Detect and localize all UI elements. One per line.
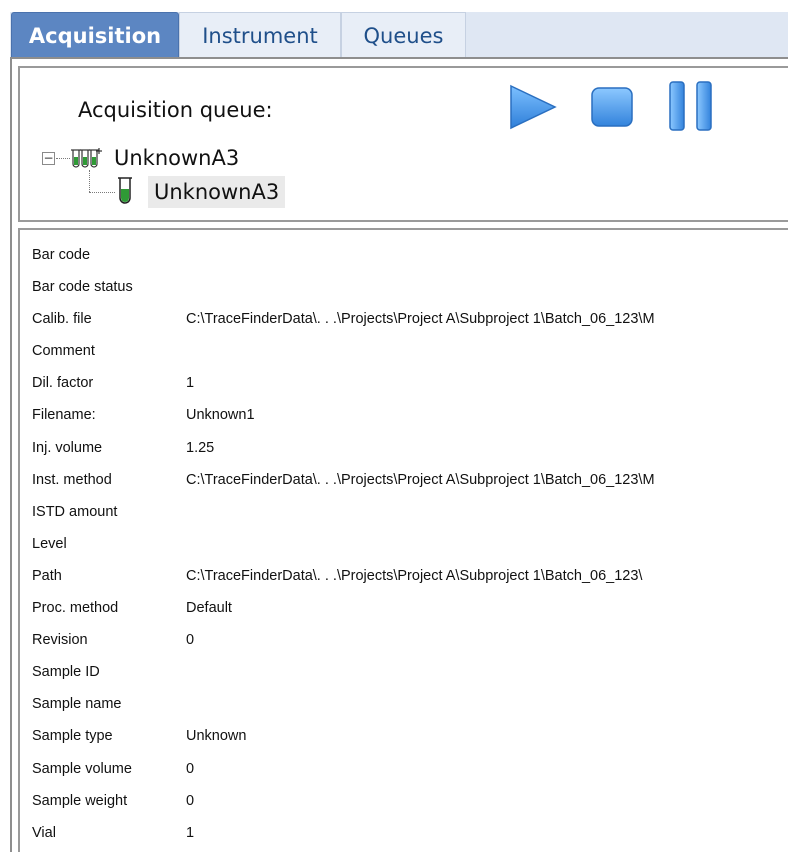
property-name: Calib. file (32, 311, 92, 328)
sample-rack-icon (70, 146, 102, 172)
property-name: Bar code (32, 247, 91, 263)
property-name: Sample ID (32, 664, 100, 681)
property-value[interactable]: Unknown1 (186, 407, 255, 423)
properties-grid: Bar code Bar code status Calib. file C:\Tra… (32, 242, 788, 852)
property-name: Inst. method (32, 471, 112, 488)
tree-connector (56, 158, 70, 159)
tab-acquisition[interactable]: Acquisition (11, 12, 179, 58)
acquisition-queue-panel: Acquisition queue: − UnknownA3 UnknownA3 (18, 66, 788, 222)
property-value[interactable]: 0 (186, 632, 194, 648)
property-name: Dil. factor (32, 375, 94, 392)
property-name: Revision (32, 632, 88, 649)
pause-button[interactable] (668, 80, 714, 132)
acquisition-queue-title: Acquisition queue: (78, 98, 273, 122)
property-row[interactable]: Sample ID (32, 659, 788, 691)
property-name: Sample name (32, 696, 122, 713)
sample-properties-panel: Bar code Bar code status Calib. file C:\Tra… (18, 228, 788, 852)
property-value[interactable]: Unknown (186, 728, 246, 744)
sample-vial-icon (118, 176, 132, 206)
property-row[interactable]: Sample type Unknown (32, 723, 788, 755)
property-row[interactable]: Sample weight 0 (32, 788, 788, 820)
property-name: Sample weight (32, 792, 128, 809)
tab-queues[interactable]: Queues (341, 12, 466, 58)
tree-child-item[interactable]: UnknownA3 (148, 176, 286, 208)
stop-icon (591, 87, 633, 127)
tab-bar: Acquisition Instrument Queues (0, 0, 788, 58)
property-row[interactable]: Bar code (32, 242, 788, 274)
property-name: Proc. method (32, 600, 119, 617)
property-name: Level (32, 535, 67, 552)
property-value[interactable]: 0 (186, 793, 194, 809)
play-icon (510, 84, 557, 130)
property-row[interactable]: Inj. volume 1.25 (32, 435, 788, 467)
property-name: Sample volume (32, 760, 132, 777)
property-row[interactable]: Comment (32, 338, 788, 370)
property-row[interactable]: Calib. file C:\TraceFinderData\. . .\Proj… (32, 306, 788, 338)
property-value[interactable]: 1.25 (186, 440, 214, 456)
property-row[interactable]: Bar code status (32, 274, 788, 306)
tree-root-label[interactable]: UnknownA3 (114, 146, 239, 170)
property-row[interactable]: Sample name (32, 691, 788, 723)
property-row[interactable]: Proc. method Default (32, 595, 788, 627)
property-row[interactable]: Filename: Unknown1 (32, 402, 788, 434)
property-name: Comment (32, 343, 95, 360)
property-value[interactable]: 1 (186, 375, 194, 391)
property-row[interactable]: Sample volume 0 (32, 756, 788, 788)
property-name: Sample type (32, 728, 113, 745)
tree-connector (89, 192, 115, 193)
property-name: Inj. volume (32, 439, 103, 456)
property-row[interactable]: Revision 0 (32, 627, 788, 659)
property-row[interactable]: Path C:\TraceFinderData\. . .\Projects\Pr… (32, 563, 788, 595)
property-row[interactable]: Dil. factor 1 (32, 370, 788, 402)
property-row[interactable]: Level (32, 531, 788, 563)
property-value[interactable]: 1 (186, 825, 194, 841)
property-value[interactable]: 0 (186, 761, 194, 777)
tree-connector (89, 170, 90, 192)
play-button[interactable] (508, 84, 558, 130)
property-row[interactable]: Vial 1 (32, 820, 788, 852)
property-value[interactable]: C:\TraceFinderData\. . .\Projects\Projec… (186, 311, 655, 327)
property-value[interactable]: Default (186, 600, 232, 616)
property-name: Bar code status (32, 279, 133, 296)
property-name: Path (32, 567, 62, 584)
pause-icon (669, 81, 712, 131)
property-row[interactable]: ISTD amount (32, 499, 788, 531)
property-name: Filename: (32, 407, 96, 424)
collapse-toggle-icon[interactable]: − (42, 152, 55, 165)
property-name: Vial (32, 824, 56, 841)
tab-instrument[interactable]: Instrument (179, 12, 341, 58)
property-value[interactable]: C:\TraceFinderData\. . .\Projects\Projec… (186, 472, 655, 488)
stop-button[interactable] (590, 86, 634, 128)
property-value[interactable]: C:\TraceFinderData\. . .\Projects\Projec… (186, 568, 642, 584)
property-name: ISTD amount (32, 503, 118, 520)
property-row[interactable]: Inst. method C:\TraceFinderData\. . .\Pro… (32, 467, 788, 499)
